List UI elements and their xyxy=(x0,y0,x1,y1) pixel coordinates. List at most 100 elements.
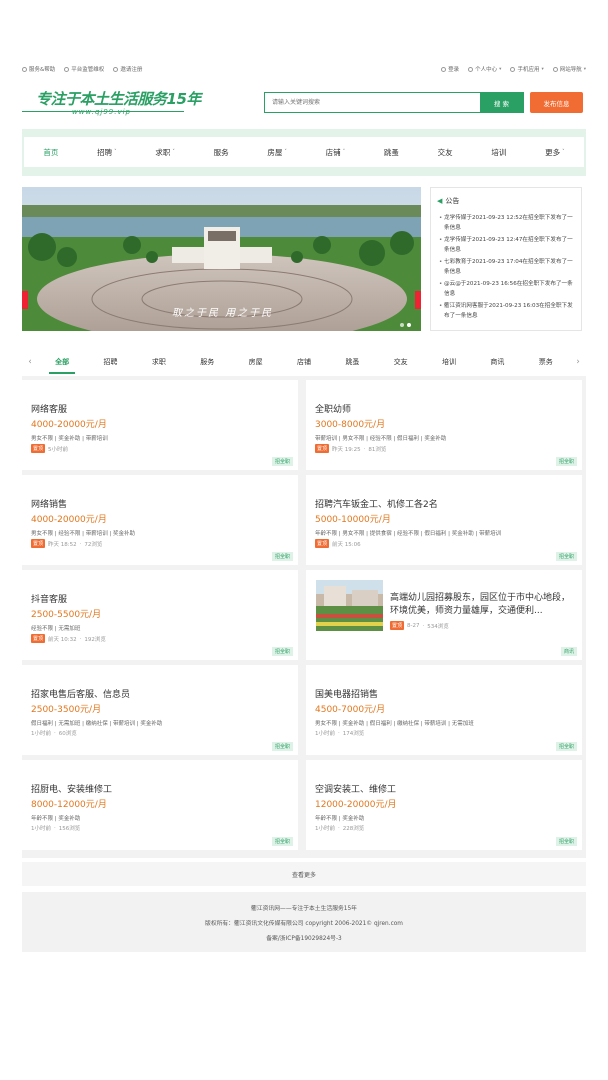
top-menu-label: 网站导航 xyxy=(559,67,582,73)
nav-item-7[interactable]: 交友 xyxy=(438,147,453,158)
listing-type-badge: 招全职 xyxy=(271,742,293,751)
top-menu-0[interactable]: 登录 xyxy=(441,65,459,73)
listing-card[interactable]: 国美电器招销售 4500-7000元/月 男女不限 | 奖金补助 | 假日福利 | … xyxy=(306,665,582,755)
category-tab[interactable]: 商讯 xyxy=(484,350,510,374)
search-input[interactable] xyxy=(265,93,480,112)
listing-tags: 假日福利 | 无需加班 | 缴纳社保 | 带薪培训 | 奖金补助 xyxy=(31,721,163,727)
nav-item-4[interactable]: 房屋 ˅ xyxy=(267,147,287,158)
category-tab[interactable]: 店铺 xyxy=(291,350,317,374)
listing-type-badge: 招全职 xyxy=(555,457,577,466)
chevron-left-icon[interactable]: ‹ xyxy=(22,357,38,367)
category-tab[interactable]: 跳蚤 xyxy=(339,350,365,374)
listing-title: 网络客服 xyxy=(31,405,68,415)
chevron-down-icon: ▾ xyxy=(499,66,502,72)
listing-meta: 置顶 前天 10:32 · 192浏览 xyxy=(31,634,106,643)
listing-tags: 年龄不限 | 奖金补助 xyxy=(315,816,365,822)
nav-item-8[interactable]: 培训 xyxy=(491,147,506,158)
search-button[interactable]: 搜 索 xyxy=(480,93,523,112)
top-menu-1[interactable]: 个人中心 ▾ xyxy=(468,65,501,73)
listing-type-badge: 招全职 xyxy=(271,552,293,561)
post-info-button[interactable]: 发布信息 xyxy=(530,92,583,113)
listing-type-badge: 招全职 xyxy=(555,742,577,751)
chevron-down-icon: ▾ xyxy=(583,66,586,72)
nav-label: 求职 xyxy=(155,147,171,157)
nav-item-0[interactable]: 首页 xyxy=(43,147,58,158)
meta-separator: · xyxy=(79,635,82,642)
listing-tags: 带薪培训 | 男女不限 | 经验不限 | 假日福利 | 奖金补助 xyxy=(315,436,447,442)
meta-separator: · xyxy=(338,730,340,736)
listing-price: 3000-8000元/月 xyxy=(315,420,386,430)
listing-card[interactable]: 网络销售 4000-20000元/月 男女不限 | 经验不限 | 带薪培训 | 奖金… xyxy=(22,475,298,565)
listing-time: 昨天 18:52 xyxy=(48,541,77,548)
listing-title: 招家电售后客服、信息员 xyxy=(31,690,131,700)
nav-label: 更多 xyxy=(545,147,561,157)
listing-meta: 1小时前 · 228浏览 xyxy=(315,824,364,832)
listing-time: 5小时前 xyxy=(48,446,69,453)
hero-banner[interactable]: 取之于民 用之于民 xyxy=(22,187,421,331)
listing-card[interactable]: 招聘汽车钣金工、机修工各2名 5000-10000元/月 年龄不限 | 男女不限 |… xyxy=(306,475,582,565)
category-tab[interactable]: 交友 xyxy=(388,350,414,374)
top-link-label: 邀请注册 xyxy=(120,67,143,73)
view-more-button[interactable]: 查看更多 xyxy=(22,862,586,886)
notice-item[interactable]: 七彩教育于2021-09-23 17:04在招全职下发布了一条信息 xyxy=(437,258,575,277)
listing-card[interactable]: 空调安装工、维修工 12000-20000元/月 年龄不限 | 奖金补助 1小时前 · 2… xyxy=(306,760,582,850)
listing-time: 前天 10:32 xyxy=(48,636,77,643)
meta-separator: · xyxy=(363,445,366,452)
listing-card[interactable]: 抖音客服 2500-5500元/月 经验不限 | 无需加班 置顶 前天 10:32 · 19… xyxy=(22,570,298,660)
banner-prev-arrow[interactable] xyxy=(22,291,28,309)
site-footer: 衢江资讯网——专注于本土生活服务15年 版权所有：衢江资讯文化传媒有限公司 co… xyxy=(22,892,586,952)
listing-thumbnail xyxy=(316,580,383,631)
notice-item[interactable]: 衢江资讯网客服于2021-09-23 16:03在招全职下发布了一条信息 xyxy=(437,302,575,321)
site-logo[interactable]: 专注于本土生活服务15年 www.qj99.vip xyxy=(22,86,201,122)
top-link-label: 平台监管维权 xyxy=(71,67,105,73)
top-link-2[interactable]: 邀请注册 xyxy=(113,65,142,73)
top-menu-3[interactable]: 网站导航 ▾ xyxy=(552,65,586,73)
listing-card[interactable]: 招厨电、安装维修工 8000-12000元/月 年龄不限 | 奖金补助 1小时前 · 15… xyxy=(22,760,298,850)
notice-item[interactable]: @云@于2021-09-23 16:56在招全职下发布了一条信息 xyxy=(437,280,575,299)
listing-card[interactable]: 网络客服 4000-20000元/月 男女不限 | 奖金补助 | 带薪培训 置顶 5小时… xyxy=(22,380,298,470)
nav-label: 服务 xyxy=(213,147,229,157)
top-link-0[interactable]: 服务&帮助 xyxy=(22,65,55,73)
listing-price: 5000-10000元/月 xyxy=(315,515,391,525)
listing-views: 534浏览 xyxy=(427,623,449,630)
listing-tags: 男女不限 | 奖金补助 | 带薪培训 xyxy=(31,436,108,442)
notice-title: 公告 xyxy=(445,197,460,205)
category-tab[interactable]: 招聘 xyxy=(98,350,124,374)
listing-title: 全职幼师 xyxy=(315,405,352,415)
banner-dots xyxy=(400,323,411,327)
nav-label: 交友 xyxy=(437,147,453,157)
banner-next-arrow[interactable] xyxy=(415,291,421,309)
listing-price: 4000-20000元/月 xyxy=(31,420,107,430)
listing-meta: 置顶 昨天 19:25 · 81浏览 xyxy=(315,444,386,453)
notice-item[interactable]: 龙学传媒于2021-09-23 12:52在招全职下发布了一条信息 xyxy=(437,214,575,233)
category-tab[interactable]: 求职 xyxy=(146,350,172,374)
pinned-badge: 置顶 xyxy=(31,539,46,548)
listing-card[interactable]: 全职幼师 3000-8000元/月带薪培训 | 男女不限 | 经验不限 | 假日福… xyxy=(306,380,582,470)
category-tab[interactable]: 培训 xyxy=(436,350,462,374)
nav-item-2[interactable]: 求职 ˅ xyxy=(155,147,175,158)
category-tab[interactable]: 服务 xyxy=(194,350,220,374)
banner-dot[interactable] xyxy=(407,323,411,327)
chevron-right-icon[interactable]: › xyxy=(570,357,586,367)
notice-item[interactable]: 龙学传媒于2021-09-23 12:47在招全职下发布了一条信息 xyxy=(437,236,575,255)
meta-separator: · xyxy=(54,730,56,736)
footer-icp[interactable]: 备案/浙ICP备19029824号-3 xyxy=(22,932,586,947)
category-tab[interactable]: 房屋 xyxy=(243,350,269,374)
circle-icon xyxy=(22,66,27,72)
category-tab[interactable]: 票务 xyxy=(533,350,559,374)
listing-card[interactable]: 招家电售后客服、信息员 2500-3500元/月 假日福利 | 无需加班 | 缴纳社… xyxy=(22,665,298,755)
listing-card[interactable]: 高端幼儿园招募股东，园区位于市中心地段，环境优美，师资力量雄厚，交通便利... 置… xyxy=(306,570,582,660)
top-link-1[interactable]: 平台监管维权 xyxy=(64,65,104,73)
nav-item-1[interactable]: 招聘 ˅ xyxy=(97,147,117,158)
nav-item-6[interactable]: 跳蚤 xyxy=(384,147,399,158)
listing-price: 4500-7000元/月 xyxy=(315,705,386,715)
top-menu-2[interactable]: 手机应用 ▾ xyxy=(510,65,544,73)
nav-item-3[interactable]: 服务 xyxy=(214,147,229,158)
nav-item-5[interactable]: 店铺 ˅ xyxy=(326,147,346,158)
nav-item-9[interactable]: 更多 ˅ xyxy=(545,147,565,158)
pinned-badge: 置顶 xyxy=(390,621,405,630)
search-box: 搜 索 xyxy=(264,92,524,113)
top-menu-label: 个人中心 xyxy=(475,67,498,73)
banner-dot[interactable] xyxy=(400,323,404,327)
category-tab[interactable]: 全部 xyxy=(49,350,76,374)
